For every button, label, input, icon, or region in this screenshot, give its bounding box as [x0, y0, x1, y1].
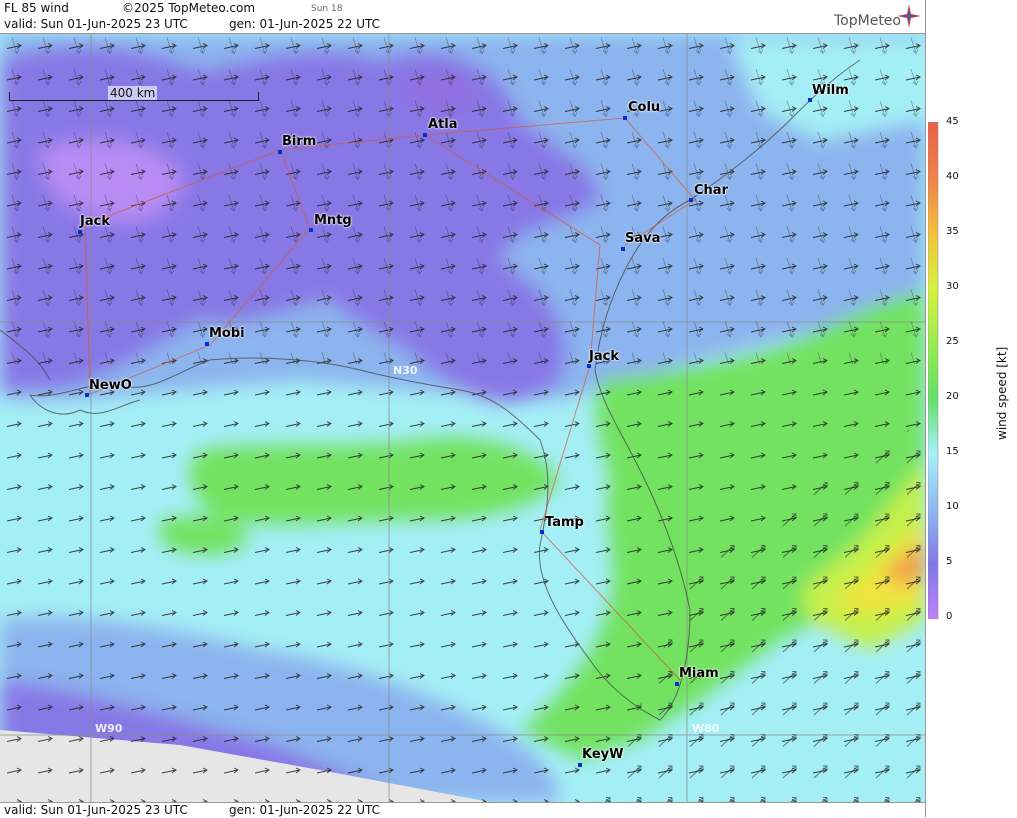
scale-bar-label: 400 km — [108, 86, 158, 100]
city-label-newo[interactable]: NewO — [89, 378, 132, 393]
colorbar-tick: 0 — [946, 611, 953, 622]
city-marker — [540, 530, 544, 534]
colorbar-tick: 15 — [946, 446, 959, 457]
topmeteo-logo-text[interactable]: TopMeteo — [834, 13, 901, 29]
city-marker — [78, 230, 82, 234]
colorbar-tick: 30 — [946, 281, 959, 292]
colorbar-label: wind speed [kt] — [995, 346, 1009, 440]
footer-bar: valid: Sun 01-Jun-2025 23 UTC gen: 01-Ju… — [0, 802, 925, 818]
city-label-wilm[interactable]: Wilm — [812, 83, 849, 98]
city-label-miam[interactable]: Miam — [679, 666, 719, 681]
wind-field-svg — [0, 34, 925, 802]
header-bar: FL 85 wind ©2025 TopMeteo.com Sun 18 val… — [0, 0, 925, 34]
city-label-colu[interactable]: Colu — [628, 100, 660, 115]
city-marker — [808, 98, 812, 102]
city-label-char[interactable]: Char — [694, 183, 728, 198]
city-label-birm[interactable]: Birm — [282, 134, 316, 149]
city-label-jack-ms[interactable]: Jack — [80, 214, 110, 229]
city-label-jack-fl[interactable]: Jack — [589, 349, 619, 364]
city-label-mntg[interactable]: Mntg — [314, 213, 352, 228]
sun-label: Sun 18 — [311, 4, 343, 14]
colorbar-tick: 10 — [946, 501, 959, 512]
city-marker — [621, 247, 625, 251]
colorbar-tick: 20 — [946, 391, 959, 402]
colorbar-tick: 40 — [946, 171, 959, 182]
city-marker — [675, 682, 679, 686]
compass-star-icon — [897, 4, 921, 28]
city-label-sava[interactable]: Sava — [625, 231, 660, 246]
city-marker — [278, 150, 282, 154]
colorbar-tick: 35 — [946, 226, 959, 237]
colorbar-tick: 5 — [946, 556, 953, 567]
footer-valid-time: valid: Sun 01-Jun-2025 23 UTC — [4, 803, 188, 817]
colorbar — [928, 122, 939, 619]
product-title: FL 85 wind — [4, 1, 69, 15]
lon-label-w80: W80 — [692, 722, 720, 735]
footer-generated-time: gen: 01-Jun-2025 22 UTC — [229, 803, 381, 817]
copyright[interactable]: ©2025 TopMeteo.com — [122, 1, 255, 15]
city-label-atla[interactable]: Atla — [428, 117, 458, 132]
wind-map[interactable]: 400 km W90 W80 N30 Jack Birm Atla Colu W… — [0, 34, 925, 802]
city-marker — [587, 364, 591, 368]
city-marker — [309, 228, 313, 232]
city-label-tamp[interactable]: Tamp — [545, 515, 584, 530]
city-marker — [623, 116, 627, 120]
city-marker — [205, 342, 209, 346]
lon-label-w90: W90 — [95, 722, 123, 735]
city-marker — [578, 763, 582, 767]
valid-time: valid: Sun 01-Jun-2025 23 UTC — [4, 17, 188, 31]
city-marker — [85, 393, 89, 397]
colorbar-tick: 25 — [946, 336, 959, 347]
city-marker — [423, 133, 427, 137]
city-label-mobi[interactable]: Mobi — [209, 326, 245, 341]
city-label-keyw[interactable]: KeyW — [582, 747, 623, 762]
generated-time: gen: 01-Jun-2025 22 UTC — [229, 17, 381, 31]
city-marker — [689, 198, 693, 202]
colorbar-tick: 45 — [946, 116, 959, 127]
lat-label-n30: N30 — [393, 364, 418, 377]
